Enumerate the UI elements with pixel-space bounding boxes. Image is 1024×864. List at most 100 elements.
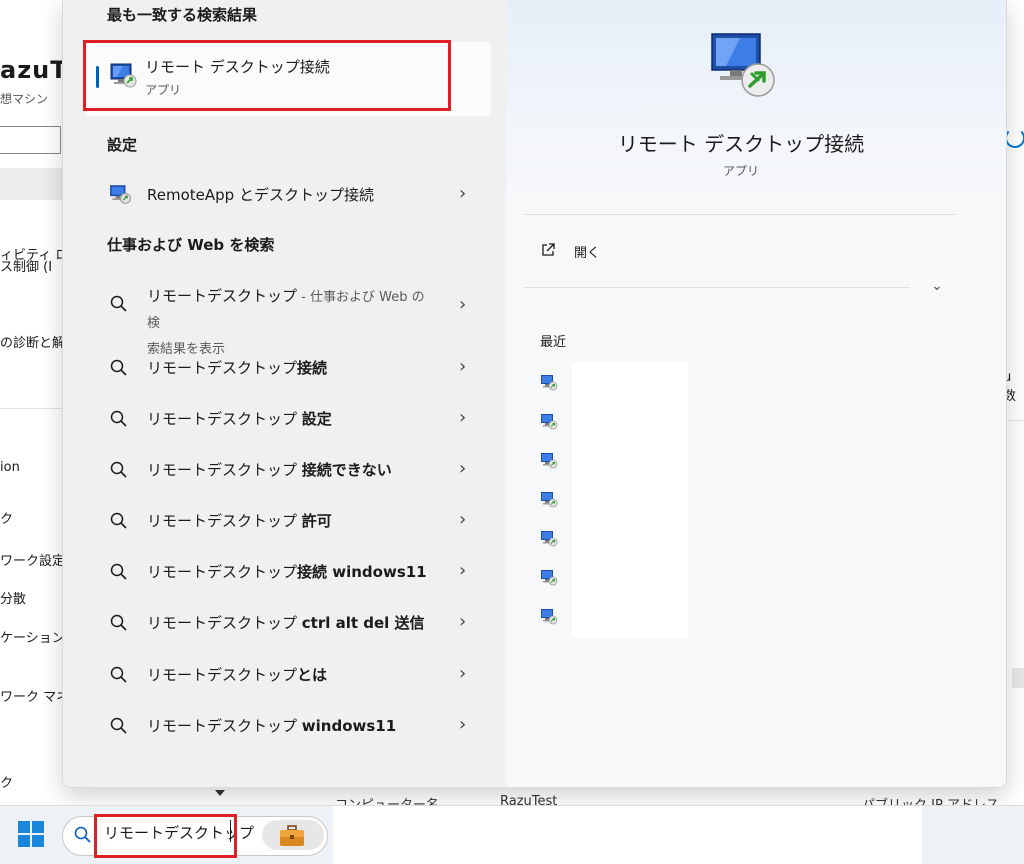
background-divider: [0, 408, 62, 409]
background-selected-item[interactable]: [0, 168, 62, 200]
web-result-item[interactable]: リモートデスクトップ接続 ›: [85, 347, 491, 387]
search-icon: [110, 717, 127, 734]
web-result-item[interactable]: リモートデスクトップ windows11 ›: [85, 705, 491, 745]
web-search-header: 仕事および Web を検索: [107, 236, 275, 254]
web-result-completion: 接続 windows11: [297, 563, 427, 581]
web-result-query: リモートデスクトップ: [147, 410, 302, 428]
details-divider: [524, 214, 956, 215]
recent-header: 最近: [540, 335, 567, 350]
web-result-label: リモートデスクトップ 接続できない: [147, 459, 392, 480]
remote-desktop-large-icon: [711, 33, 775, 97]
app-details-pane: リモート デスクトップ接続 アプリ 開く ⌄ 最近: [506, 0, 1006, 787]
background-nav-item[interactable]: の診断と解: [0, 332, 65, 351]
search-icon: [110, 295, 127, 312]
recent-connection-icon[interactable]: [540, 491, 558, 508]
web-result-item[interactable]: リモートデスクトップ 許可 ›: [85, 500, 491, 540]
open-external-icon[interactable]: [540, 242, 556, 258]
recent-connection-icon[interactable]: [540, 530, 558, 547]
search-icon: [110, 359, 127, 376]
background-nav-item[interactable]: ス制御 (I: [0, 256, 52, 275]
search-icon: [74, 826, 91, 843]
background-nav-item[interactable]: 分散: [0, 588, 26, 607]
background-app-title: azuT: [0, 56, 68, 84]
recent-connection-icon[interactable]: [540, 452, 558, 469]
settings-header: 設定: [107, 136, 138, 154]
background-nav-item[interactable]: ク: [0, 508, 13, 527]
web-result-query: リモートデスクトップ: [147, 512, 302, 530]
chevron-right-icon[interactable]: ›: [459, 356, 466, 377]
web-result-label: リモートデスクトップ接続 windows11: [147, 561, 427, 582]
chevron-right-icon[interactable]: ›: [459, 611, 466, 632]
settings-result-item[interactable]: RemoteApp とデスクトップ接続 ›: [85, 174, 491, 214]
search-icon: [110, 410, 127, 427]
scroll-down-icon[interactable]: [215, 790, 225, 796]
search-results-list: 最も一致する検索結果 リモート デスクトップ接続 アプリ 設定 RemoteAp…: [63, 0, 506, 787]
web-result-completion: 接続: [297, 359, 328, 377]
chevron-right-icon[interactable]: ›: [459, 663, 466, 684]
web-result-item[interactable]: リモートデスクトップ接続 windows11 ›: [85, 551, 491, 591]
background-nav-item[interactable]: ion: [0, 460, 20, 475]
details-divider: [524, 287, 910, 288]
background-search-box[interactable]: [0, 126, 61, 154]
taskbar: リモートデスクトップ: [0, 805, 1024, 864]
search-results-panel: 最も一致する検索結果 リモート デスクトップ接続 アプリ 設定 RemoteAp…: [62, 0, 1007, 788]
search-icon: [110, 461, 127, 478]
web-result-query: リモートデスクトップ: [147, 614, 302, 632]
chevron-right-icon[interactable]: ›: [459, 509, 466, 530]
recent-connection-icon[interactable]: [540, 569, 558, 586]
windows-start-icon[interactable]: [17, 820, 45, 848]
web-result-completion: 許可: [301, 512, 332, 530]
background-nav-item[interactable]: ワーク マネ: [0, 686, 69, 705]
background-nav-item[interactable]: ワーク設定: [0, 550, 65, 569]
chevron-right-icon[interactable]: ›: [459, 294, 466, 315]
chevron-right-icon[interactable]: ›: [459, 714, 466, 735]
web-result-label: リモートデスクトップ windows11: [147, 715, 396, 736]
open-action[interactable]: 開く: [574, 242, 600, 261]
chevron-right-icon[interactable]: ›: [459, 458, 466, 479]
web-result-query: リモートデスクトップ: [147, 666, 298, 684]
search-icon: [110, 563, 127, 580]
web-result-item[interactable]: リモートデスクトップとは ›: [85, 654, 491, 694]
web-result-label: リモートデスクトップ 許可: [147, 510, 332, 531]
web-result-label: リモートデスクトップ ctrl alt del 送信: [147, 612, 425, 633]
settings-result-label: RemoteApp とデスクトップ接続: [147, 186, 374, 204]
chevron-right-icon[interactable]: ›: [459, 407, 466, 428]
highlight-box: [94, 814, 237, 858]
highlight-box: [83, 40, 451, 111]
recent-connection-icon[interactable]: [540, 608, 558, 625]
web-result-completion: windows11: [301, 717, 397, 735]
web-result-label: リモートデスクトップ接続: [147, 357, 327, 378]
chevron-right-icon[interactable]: ›: [459, 560, 466, 581]
background-divider: [1008, 420, 1024, 421]
search-icon: [110, 512, 127, 529]
web-result-item[interactable]: リモートデスクトップ ctrl alt del 送信 ›: [85, 602, 491, 642]
web-result-completion: とは: [297, 666, 328, 684]
background-block: [1012, 668, 1024, 688]
web-result-item[interactable]: リモートデスクトップ 設定 ›: [85, 398, 491, 438]
background-nav-item[interactable]: ク: [0, 772, 13, 791]
search-icon: [110, 614, 127, 631]
web-result-item[interactable]: リモートデスクトップ - 仕事および Web の検 索結果を表示 ›: [85, 282, 491, 357]
web-result-completion: 設定: [301, 410, 332, 428]
refresh-icon[interactable]: [1005, 128, 1024, 148]
details-app-type: アプリ: [722, 164, 759, 178]
web-result-label: リモートデスクトップ 設定: [147, 408, 332, 429]
web-result-query: リモートデスクトップ: [147, 287, 298, 305]
recent-files-list: [572, 362, 688, 638]
recent-connection-icon[interactable]: [540, 413, 558, 430]
best-match-header: 最も一致する検索結果: [107, 6, 258, 24]
background-app-subtitle: 想マシン: [0, 92, 49, 106]
briefcase-icon: [280, 825, 304, 846]
chevron-down-icon[interactable]: ⌄: [931, 278, 943, 294]
web-result-item[interactable]: リモートデスクトップ 接続できない ›: [85, 449, 491, 489]
chevron-right-icon[interactable]: ›: [459, 183, 466, 204]
web-result-completion: ctrl alt del 送信: [301, 614, 425, 632]
web-result-completion: 接続できない: [301, 461, 392, 479]
remoteapp-icon: [110, 185, 131, 204]
web-result-query: リモートデスクトップ: [147, 717, 302, 735]
search-icon: [110, 666, 127, 683]
recent-connection-icon[interactable]: [540, 374, 558, 391]
taskbar-apps-area: [333, 806, 922, 864]
web-result-label: リモートデスクトップとは: [147, 664, 327, 685]
details-app-name: リモート デスクトップ接続: [617, 132, 865, 156]
